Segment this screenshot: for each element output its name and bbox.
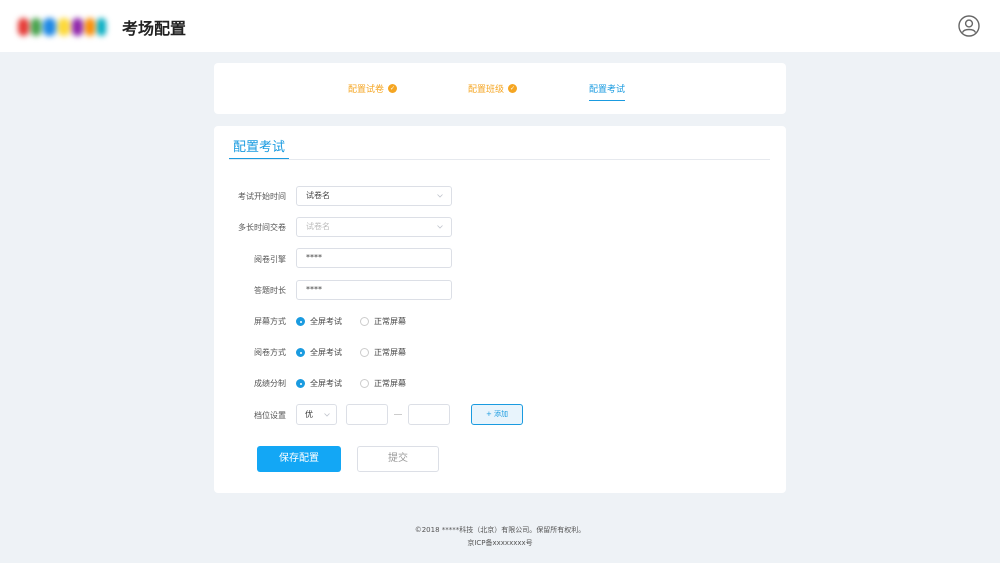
- review-mode-normal-radio[interactable]: 正常屏幕: [360, 347, 424, 358]
- grade-range-max-input[interactable]: [408, 404, 450, 425]
- brand-logo[interactable]: [18, 14, 107, 40]
- radio-dot: [296, 317, 305, 326]
- radio-dot: [360, 379, 369, 388]
- step-config-exam[interactable]: 配置考试: [589, 82, 626, 101]
- screen-mode-fullscreen-radio[interactable]: 全屏考试: [296, 316, 360, 327]
- icp-text: 京ICP备xxxxxxxx号: [467, 539, 533, 547]
- chevron-down-icon: [324, 413, 330, 417]
- step-config-paper[interactable]: 配置试卷 ✓: [348, 82, 398, 95]
- radio-dot: [360, 317, 369, 326]
- review-mode-fullscreen-radio[interactable]: 全屏考试: [296, 347, 360, 358]
- page-title: 考场配置: [122, 19, 187, 38]
- answer-time-label: 答题时长: [254, 286, 286, 295]
- check-icon: ✓: [388, 84, 398, 93]
- review-mode-label: 阅卷方式: [254, 348, 286, 357]
- check-icon: ✓: [508, 84, 518, 93]
- range-separator: [394, 414, 402, 415]
- radio-dot: [360, 348, 369, 357]
- engine-label: 阅卷引擎: [254, 255, 286, 264]
- user-avatar-icon[interactable]: [958, 15, 980, 37]
- start-time-select[interactable]: 试卷名: [296, 186, 452, 206]
- grade-setting-label: 档位设置: [254, 411, 286, 420]
- top-bar: 考场配置: [0, 0, 1000, 52]
- exam-config-form: 配置考试 考试开始时间 试卷名 多长时间交卷 试卷名 阅卷引擎 **** 答题时…: [214, 126, 786, 493]
- engine-input[interactable]: ****: [296, 248, 452, 268]
- screen-mode-label: 屏幕方式: [254, 317, 286, 326]
- score-split-label: 成绩分制: [254, 379, 286, 388]
- add-grade-button[interactable]: + 添加: [471, 404, 523, 425]
- review-mode-radios: 全屏考试 正常屏幕: [296, 347, 424, 358]
- grade-range-min-input[interactable]: [346, 404, 388, 425]
- screen-mode-normal-radio[interactable]: 正常屏幕: [360, 316, 424, 327]
- card-title: 配置考试: [229, 134, 289, 160]
- start-time-label: 考试开始时间: [238, 192, 286, 201]
- duration-select[interactable]: 试卷名: [296, 217, 452, 237]
- score-split-normal-radio[interactable]: 正常屏幕: [360, 378, 424, 389]
- grade-select[interactable]: 优: [296, 404, 337, 425]
- chevron-down-icon: [437, 194, 443, 198]
- divider: [229, 159, 770, 160]
- answer-time-input[interactable]: ****: [296, 280, 452, 300]
- save-config-button[interactable]: 保存配置: [257, 446, 341, 472]
- radio-dot: [296, 348, 305, 357]
- copyright-text: ©2018 *****科技（北京）有限公司。保留所有权利。: [414, 526, 586, 534]
- submit-button[interactable]: 提交: [357, 446, 439, 472]
- step-indicator: 配置试卷 ✓ 配置班级 ✓ 配置考试: [214, 63, 786, 114]
- duration-label: 多长时间交卷: [238, 223, 286, 232]
- score-split-fullscreen-radio[interactable]: 全屏考试: [296, 378, 360, 389]
- step-config-class[interactable]: 配置班级 ✓: [468, 82, 518, 95]
- radio-dot: [296, 379, 305, 388]
- score-split-radios: 全屏考试 正常屏幕: [296, 378, 424, 389]
- chevron-down-icon: [437, 225, 443, 229]
- screen-mode-radios: 全屏考试 正常屏幕: [296, 316, 424, 327]
